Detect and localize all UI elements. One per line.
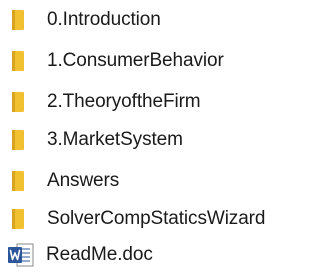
- file-list: 0.Introduction 1.ConsumerBehavior 2.Theo…: [0, 0, 300, 273]
- file-item-3-market-system[interactable]: 3.MarketSystem: [10, 126, 183, 154]
- folder-icon: [10, 129, 26, 151]
- file-item-solver-comp-statics-wizard[interactable]: SolverCompStaticsWizard: [10, 205, 265, 233]
- file-item-label: ReadMe.doc: [46, 244, 153, 265]
- file-item-label: 3.MarketSystem: [47, 129, 183, 150]
- folder-icon: [10, 9, 26, 31]
- file-item-1-consumer-behavior[interactable]: 1.ConsumerBehavior: [10, 47, 224, 75]
- file-item-answers[interactable]: Answers: [10, 167, 119, 195]
- file-item-0-introduction[interactable]: 0.Introduction: [10, 6, 161, 34]
- file-item-label: 2.TheoryoftheFirm: [47, 91, 201, 112]
- file-item-2-theory-of-the-firm[interactable]: 2.TheoryoftheFirm: [10, 88, 201, 116]
- folder-icon: [10, 91, 26, 113]
- folder-icon: [10, 208, 26, 230]
- word-document-icon: [8, 243, 34, 267]
- folder-icon: [10, 50, 26, 72]
- file-item-label: SolverCompStaticsWizard: [47, 208, 266, 229]
- file-item-label: 0.Introduction: [47, 9, 161, 30]
- folder-icon: [10, 170, 26, 192]
- file-item-readme-doc[interactable]: ReadMe.doc: [8, 241, 153, 269]
- file-item-label: 1.ConsumerBehavior: [47, 50, 224, 71]
- file-item-label: Answers: [47, 170, 120, 191]
